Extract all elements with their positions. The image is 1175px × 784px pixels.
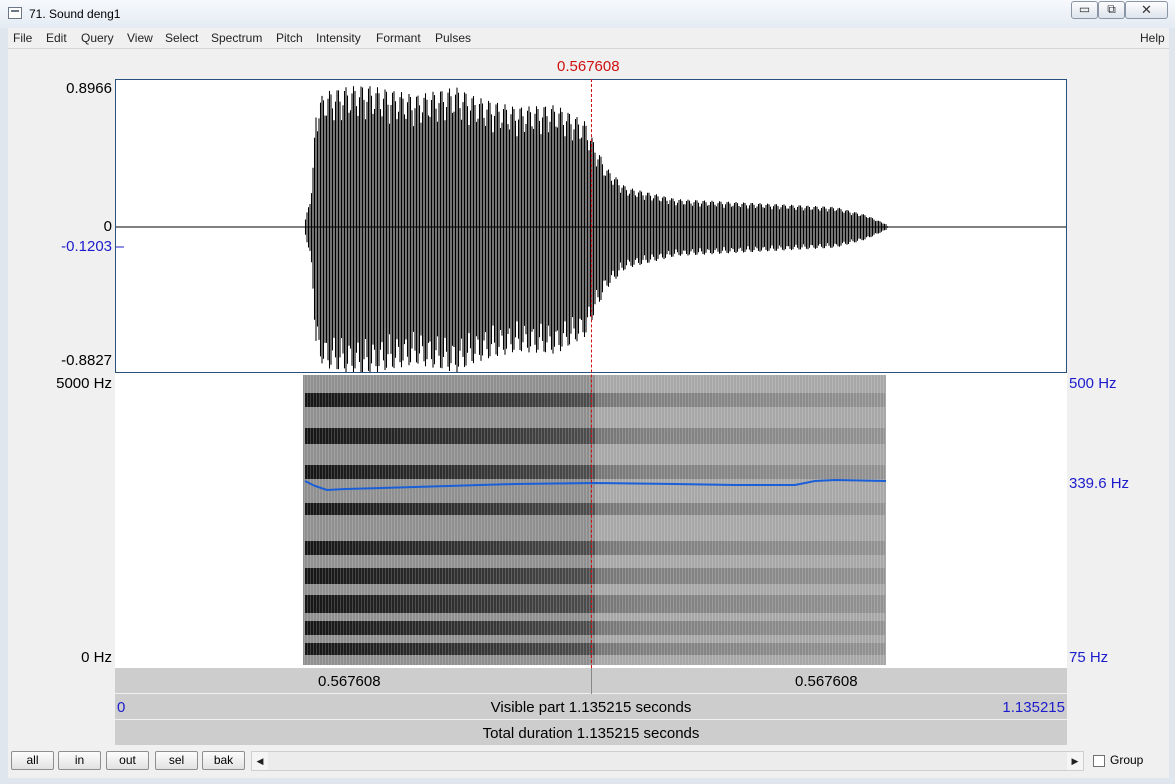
window-title: 71. Sound deng1 bbox=[29, 7, 121, 21]
waveform-cursor-value: -0.1203 bbox=[61, 238, 112, 255]
app-icon bbox=[8, 7, 22, 19]
spectrogram-striations bbox=[303, 375, 886, 665]
waveform-y-zero: 0 bbox=[103, 218, 112, 235]
menu-intensity[interactable]: Intensity bbox=[316, 31, 361, 45]
zoom-in-button[interactable]: in bbox=[58, 751, 101, 770]
cursor-time-right: 0.567608 bbox=[795, 673, 858, 690]
pitch-axis-max: 500 Hz bbox=[1069, 375, 1117, 392]
group-checkbox[interactable] bbox=[1093, 755, 1105, 767]
scroll-right-arrow-icon[interactable]: ▶ bbox=[1067, 752, 1083, 770]
close-button[interactable]: ✕ bbox=[1125, 1, 1168, 19]
zoom-all-button[interactable]: all bbox=[11, 751, 54, 770]
spectrogram-freq-min: 0 Hz bbox=[81, 649, 112, 666]
waveform-y-max: 0.8966 bbox=[66, 80, 112, 97]
menu-edit[interactable]: Edit bbox=[46, 31, 67, 45]
visible-part-bar[interactable]: 0 Visible part 1.135215 seconds 1.135215 bbox=[115, 694, 1067, 720]
cursor-time-bar[interactable]: 0.567608 0.567608 bbox=[115, 668, 1067, 694]
pitch-axis-min: 75 Hz bbox=[1069, 649, 1109, 666]
zoom-back-button[interactable]: bak bbox=[202, 751, 245, 770]
menu-spectrum[interactable]: Spectrum bbox=[211, 31, 262, 45]
title-bar: 71. Sound deng1 ▭ ⧉ ✕ bbox=[0, 0, 1175, 28]
zoom-out-button[interactable]: out bbox=[106, 751, 149, 770]
menu-help[interactable]: Help bbox=[1140, 31, 1165, 45]
horizontal-scrollbar[interactable]: ◀ ▶ bbox=[251, 751, 1084, 771]
cursor-time-left: 0.567608 bbox=[318, 673, 381, 690]
cursor-time-label: 0.567608 bbox=[557, 58, 620, 75]
total-duration-bar[interactable]: Total duration 1.135215 seconds bbox=[115, 720, 1067, 746]
minimize-button[interactable]: ▭ bbox=[1071, 1, 1098, 19]
waveform-trace bbox=[304, 86, 889, 372]
menu-bar: File Edit Query View Select Spectrum Pit… bbox=[8, 28, 1169, 49]
group-checkbox-label: Group bbox=[1110, 753, 1144, 767]
total-duration-label: Total duration 1.135215 seconds bbox=[482, 725, 700, 742]
zoom-selection-button[interactable]: sel bbox=[155, 751, 198, 770]
menu-view[interactable]: View bbox=[127, 31, 153, 45]
cursor-bar-divider bbox=[591, 668, 592, 694]
menu-pulses[interactable]: Pulses bbox=[435, 31, 471, 45]
visible-end-time: 1.135215 bbox=[1002, 699, 1065, 716]
pitch-cursor-value: 339.6 Hz bbox=[1069, 475, 1130, 492]
menu-select[interactable]: Select bbox=[165, 31, 198, 45]
maximize-button[interactable]: ⧉ bbox=[1098, 1, 1125, 19]
waveform-y-min: -0.8827 bbox=[61, 352, 112, 369]
visible-part-label: Visible part 1.135215 seconds bbox=[490, 699, 692, 716]
menu-pitch[interactable]: Pitch bbox=[276, 31, 303, 45]
spectrogram-freq-max: 5000 Hz bbox=[56, 375, 112, 392]
menu-formant[interactable]: Formant bbox=[376, 31, 421, 45]
scroll-left-arrow-icon[interactable]: ◀ bbox=[252, 752, 268, 770]
time-cursor-line[interactable] bbox=[591, 79, 592, 668]
menu-query[interactable]: Query bbox=[81, 31, 114, 45]
menu-file[interactable]: File bbox=[13, 31, 32, 45]
